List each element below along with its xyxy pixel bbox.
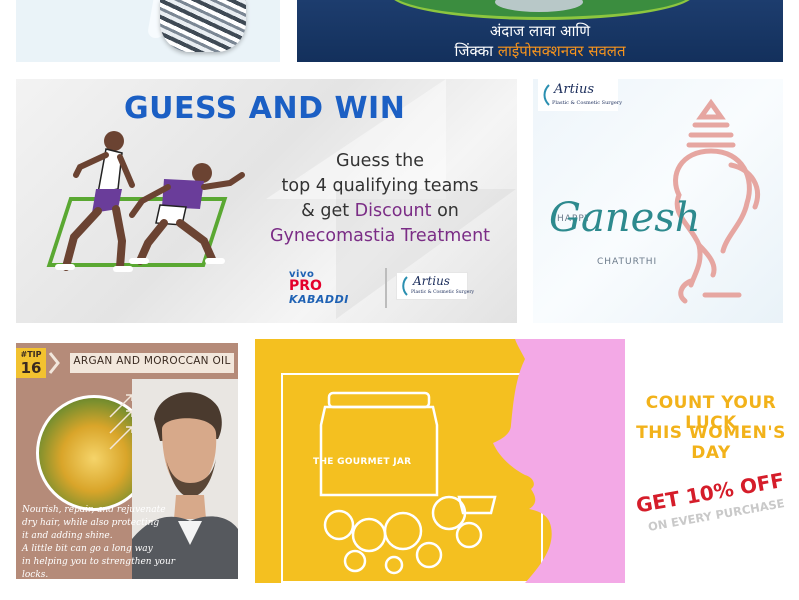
- kabaddi-wordmark: KABADDI: [289, 293, 349, 306]
- tip-body-line: A little bit can go a long way: [22, 544, 153, 554]
- jar-label: THE GOURMET JAR: [313, 457, 412, 467]
- guess-and-win-tile[interactable]: GUESS AND WIN Guess the top 4 qualifying…: [16, 79, 517, 323]
- guess-line-4: Gynecomastia Treatment: [269, 226, 491, 246]
- tip-body-line: dry hair, while also protecting: [22, 518, 160, 528]
- tip-number: 16: [20, 359, 42, 377]
- guess-line-2: top 4 qualifying teams: [281, 176, 479, 196]
- marathi-line-2: जिंक्का लाईपोसक्शनवर सवलत: [297, 41, 783, 61]
- guess-line-1: Guess the: [336, 151, 424, 171]
- pro-wordmark: PRO: [289, 278, 322, 294]
- tip-body-line: in helping you to strengthen your locks.: [22, 557, 176, 579]
- artius-emblem-icon: [402, 276, 408, 296]
- artius-subtitle: Plastic & Cosmetic Surgery: [552, 100, 623, 106]
- guess-message: Guess the top 4 qualifying teams & get D…: [246, 149, 514, 249]
- tip-body: Nourish, repair, and rejuvenate dry hair…: [22, 504, 182, 579]
- kabaddi-player-right-illustration: [129, 163, 245, 265]
- pro-kabaddi-logo: vivo PRO KABADDI: [289, 269, 363, 309]
- ganesh-title: Ganesh: [549, 195, 701, 241]
- artius-emblem-icon: [543, 84, 550, 106]
- chevron-right-icon: [48, 352, 60, 374]
- tip-body-line: Nourish, repair, and rejuvenate: [22, 505, 166, 515]
- tip-title: ARGAN AND MOROCCAN OIL: [73, 355, 231, 367]
- artius-logo: Artius Plastic & Cosmetic Surgery: [396, 272, 474, 300]
- tip-body-line: it and adding shine.: [22, 531, 113, 541]
- gourmet-jar-illustration: [319, 391, 497, 575]
- artius-logo: Artius Plastic & Cosmetic Surgery: [538, 79, 622, 111]
- womens-day-tile[interactable]: THE GOURMET JAR COUNT YOUR LUCK THIS WOM…: [255, 339, 799, 583]
- marathi-ad-tile[interactable]: अंदाज लावा आणि जिंक्का लाईपोसक्शनवर सवलत: [297, 0, 783, 62]
- marathi-line-2-highlight: लाईपोसक्शनवर सवलत: [497, 42, 626, 60]
- guess-line-3: & get Discount on: [246, 199, 514, 224]
- chaturthi-text: CHATURTHI: [597, 257, 658, 267]
- this-womens-day: THIS WOMEN'S DAY: [636, 423, 786, 463]
- guess-line-3-prefix: & get: [301, 201, 350, 221]
- ganesh-chaturthi-tile[interactable]: Artius Plastic & Cosmetic Surgery HAPPY …: [533, 79, 783, 323]
- mask-ad-tile[interactable]: [16, 0, 280, 62]
- discount-word: Discount: [354, 201, 432, 221]
- argan-oil-tip-tile[interactable]: #TIP 16 ARGAN AND MOROCCAN OIL Nourish, …: [16, 343, 238, 579]
- artius-name: Artius: [413, 274, 450, 288]
- tip-badge: #TIP 16: [16, 348, 46, 378]
- face-mask-image: [160, 0, 246, 52]
- guess-line-3-suffix: on: [437, 201, 459, 221]
- marathi-line-2-prefix: जिंक्का: [454, 42, 494, 60]
- artius-subtitle: Plastic & Cosmetic Surgery: [411, 290, 475, 295]
- marathi-line-1: अंदाज लावा आणि: [489, 22, 591, 40]
- logo-divider: [385, 268, 387, 308]
- artius-name: Artius: [554, 82, 595, 97]
- guess-headline: GUESS AND WIN: [124, 91, 406, 126]
